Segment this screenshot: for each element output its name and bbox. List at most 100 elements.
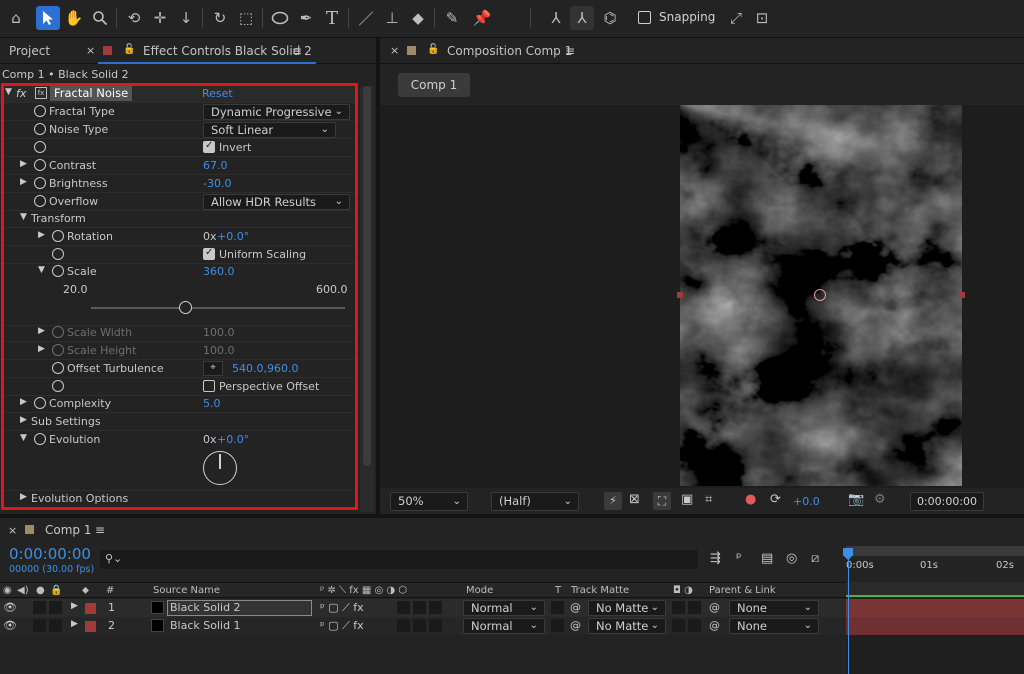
- mask-visibility-icon[interactable]: ⛶: [653, 492, 671, 510]
- effect-scrollbar[interactable]: [360, 86, 374, 512]
- sub-settings-row[interactable]: ▶ Sub Settings: [0, 413, 355, 431]
- work-area-bar[interactable]: [846, 546, 1024, 556]
- stopwatch-icon[interactable]: [34, 105, 46, 117]
- channels-icon[interactable]: ●: [745, 492, 756, 507]
- track-matte-dropdown[interactable]: No Matte ⌄: [588, 618, 666, 634]
- offset-turbulence-value[interactable]: 540.0,960.0: [232, 362, 298, 375]
- spiral-icon[interactable]: @: [570, 619, 581, 632]
- chevron-right-icon[interactable]: ▶: [20, 415, 27, 425]
- zoom-dropdown[interactable]: 50% ⌄: [390, 492, 468, 511]
- evolution-dial[interactable]: [203, 451, 237, 485]
- show-snapshot-icon[interactable]: ⚙: [874, 492, 886, 507]
- matte-toggle[interactable]: [688, 601, 701, 614]
- evolution-options-row[interactable]: ▶ Evolution Options: [0, 490, 355, 508]
- layer-switches[interactable]: ᵖ ▢ ⟋ fx: [320, 601, 364, 615]
- frame-blending-icon[interactable]: ▤: [761, 551, 773, 566]
- pickwhip-icon[interactable]: @: [709, 601, 720, 614]
- stopwatch-icon[interactable]: [34, 159, 46, 171]
- snapshot-icon[interactable]: 📷: [848, 492, 864, 507]
- chevron-right-icon[interactable]: ▶: [20, 397, 27, 407]
- anchor-point-icon[interactable]: [814, 289, 826, 301]
- matte-toggle[interactable]: [672, 619, 685, 632]
- shy-layers-icon[interactable]: ᵖ: [736, 551, 742, 566]
- timeline-layer-row[interactable]: 👁 ▶ 1 Black Solid 2 ᵖ ▢ ⟋ fx Normal ⌄ @ N…: [0, 599, 1024, 617]
- overflow-dropdown[interactable]: Allow HDR Results ⌄: [203, 194, 350, 210]
- layer-handle-right[interactable]: [959, 292, 965, 298]
- chevron-right-icon[interactable]: ▶: [20, 159, 27, 169]
- tab-timeline-comp[interactable]: Comp 1: [45, 523, 91, 537]
- label-tag-icon[interactable]: ⬥: [82, 585, 89, 596]
- close-icon[interactable]: ×: [390, 44, 399, 57]
- type-tool-icon[interactable]: T: [320, 6, 344, 30]
- stopwatch-icon[interactable]: [52, 326, 64, 338]
- solo-switch-icon[interactable]: ●: [36, 585, 45, 596]
- brush-tool-icon[interactable]: ／: [354, 6, 378, 30]
- tab-project[interactable]: Project: [9, 44, 50, 58]
- switch-box[interactable]: [429, 601, 442, 614]
- spiral-icon[interactable]: @: [570, 601, 581, 614]
- rotation-degrees[interactable]: +0.0°: [217, 230, 249, 243]
- comp-breadcrumb-button[interactable]: Comp 1: [398, 73, 470, 97]
- parent-dropdown[interactable]: None ⌄: [729, 618, 819, 634]
- track-matte-dropdown[interactable]: No Matte ⌄: [588, 600, 666, 616]
- switch-box[interactable]: [413, 601, 426, 614]
- composition-viewer[interactable]: [380, 105, 1024, 488]
- chevron-down-icon[interactable]: ▼: [20, 433, 27, 443]
- layer-handle-left[interactable]: [677, 292, 683, 298]
- switch-box[interactable]: [397, 601, 410, 614]
- snap-features-icon[interactable]: ⊡: [750, 6, 774, 30]
- exposure-value[interactable]: +0.0: [793, 495, 820, 508]
- parent-dropdown[interactable]: None ⌄: [729, 600, 819, 616]
- layer-name[interactable]: Black Solid 1: [170, 619, 241, 632]
- pan-behind-icon[interactable]: ⬚: [234, 6, 258, 30]
- matte-toggle[interactable]: [688, 619, 701, 632]
- scale-value[interactable]: 360.0: [203, 265, 235, 278]
- layer-duration-bar[interactable]: [846, 617, 1024, 635]
- grid-guides-icon[interactable]: ⌗: [705, 492, 712, 507]
- chevron-right-icon[interactable]: ▶: [20, 177, 27, 187]
- graph-editor-icon[interactable]: ⧄: [811, 551, 819, 566]
- hand-tool-icon[interactable]: ✋: [62, 6, 86, 30]
- chevron-down-icon[interactable]: ▼: [38, 265, 45, 275]
- stopwatch-icon[interactable]: [52, 265, 64, 277]
- chevron-right-icon[interactable]: ▶: [20, 492, 27, 502]
- zoom-tool-icon[interactable]: [88, 6, 112, 30]
- preserve-transparency-toggle[interactable]: [551, 601, 564, 614]
- region-of-interest-icon[interactable]: ▣: [681, 492, 693, 507]
- audio-switch-icon[interactable]: ◀): [17, 585, 29, 596]
- chevron-right-icon[interactable]: ▶: [38, 344, 45, 354]
- scale-slider-thumb[interactable]: [178, 301, 192, 314]
- invert-checkbox[interactable]: [203, 140, 215, 153]
- chevron-right-icon[interactable]: ▶: [71, 601, 78, 611]
- layer-label-color[interactable]: [85, 603, 96, 614]
- stopwatch-icon[interactable]: [52, 380, 64, 392]
- tab-effect-controls[interactable]: Effect Controls Black Solid 2: [143, 44, 312, 58]
- complexity-value[interactable]: 5.0: [203, 397, 221, 410]
- switch-box[interactable]: [397, 619, 410, 632]
- lock-icon[interactable]: 🔓: [427, 44, 439, 55]
- resolution-dropdown[interactable]: (Half) ⌄: [491, 492, 579, 511]
- home-icon[interactable]: ⌂: [4, 6, 28, 30]
- lock-toggle[interactable]: [49, 601, 62, 614]
- effect-name[interactable]: Fractal Noise: [50, 86, 133, 101]
- stopwatch-icon[interactable]: [34, 195, 46, 207]
- stopwatch-icon[interactable]: [34, 141, 46, 153]
- playhead-line[interactable]: [848, 558, 849, 674]
- current-time-display[interactable]: 0:00:00:00: [910, 492, 984, 511]
- rotate-tool-icon[interactable]: ↻: [208, 6, 232, 30]
- preserve-transparency-toggle[interactable]: [551, 619, 564, 632]
- axis-local-icon[interactable]: ⅄: [544, 6, 568, 30]
- stopwatch-icon[interactable]: [34, 177, 46, 189]
- eraser-icon[interactable]: ◆: [406, 6, 430, 30]
- effect-header-row[interactable]: ▼ fx fx Fractal Noise Reset: [0, 85, 355, 103]
- transform-group-row[interactable]: ▼ Transform: [0, 210, 355, 228]
- layer-label-color[interactable]: [85, 621, 96, 632]
- scrollbar-thumb[interactable]: [363, 86, 371, 466]
- chevron-down-icon[interactable]: ▼: [20, 212, 27, 222]
- tab-composition[interactable]: Composition Comp 1: [447, 44, 572, 58]
- stopwatch-icon[interactable]: [34, 397, 46, 409]
- snapping-checkbox[interactable]: [638, 11, 651, 24]
- contrast-value[interactable]: 67.0: [203, 159, 228, 172]
- reset-link[interactable]: Reset: [202, 87, 233, 100]
- selection-tool-icon[interactable]: [36, 6, 60, 30]
